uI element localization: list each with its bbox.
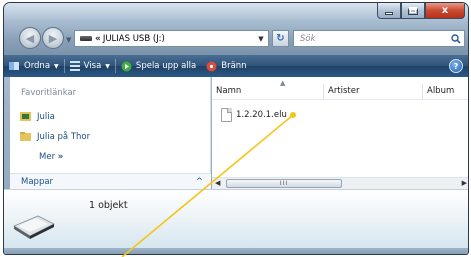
chevron-down-icon: ▼ — [105, 62, 110, 70]
back-button[interactable]: ◀ — [19, 27, 41, 49]
file-name: 1.2.20.1.elu — [236, 110, 287, 120]
search-icon[interactable] — [448, 31, 464, 46]
help-button[interactable]: ? — [449, 59, 463, 73]
burn-label: Bränn — [221, 61, 247, 71]
address-bar[interactable]: « JULIAS USB (J:) ▼ — [74, 30, 269, 47]
usb-drive-icon — [13, 215, 55, 239]
favorite-label: Julia på Thor — [37, 131, 91, 142]
file-list-pane: ▲ Namn Artister Album 1.2.20.1.elu ◀ III… — [212, 77, 468, 189]
command-bar: Ordna ▼ Visa ▼ Spela upp alla Bränn ? — [4, 55, 468, 77]
play-all-label: Spela upp alla — [135, 61, 197, 71]
forward-arrow-icon: ▶ — [48, 31, 58, 45]
recent-pages-dropdown-icon[interactable]: ▼ — [66, 36, 71, 44]
address-prefix: « — [95, 33, 101, 44]
play-all-button[interactable]: Spela upp alla — [116, 55, 201, 77]
search-input[interactable]: Sök — [294, 34, 448, 44]
sort-ascending-icon: ▲ — [280, 79, 286, 87]
details-pane: 1 objekt — [4, 189, 468, 248]
caption-buttons: x — [377, 3, 465, 20]
organize-button[interactable]: Ordna ▼ — [4, 55, 64, 77]
refresh-icon: ↻ — [276, 33, 285, 44]
favorite-link-julia-pa-thor[interactable]: Julia på Thor — [20, 131, 90, 142]
horizontal-scrollbar[interactable]: ◀ III ▶ — [212, 177, 468, 189]
minimize-icon — [385, 12, 393, 15]
play-icon — [121, 61, 132, 71]
close-button[interactable]: x — [425, 3, 465, 19]
organize-label: Ordna — [24, 61, 51, 71]
column-header-name[interactable]: Namn — [212, 86, 241, 96]
burn-button[interactable]: Bränn — [201, 55, 251, 77]
folder-icon — [20, 132, 31, 141]
usb-drive-icon — [80, 36, 92, 41]
double-chevron-icon: » — [57, 152, 64, 162]
user-folder-icon — [20, 112, 31, 121]
views-button[interactable]: Visa ▼ — [65, 55, 115, 77]
address-path[interactable]: JULIAS USB (J:) — [103, 34, 254, 44]
minimize-button[interactable] — [377, 3, 401, 19]
column-header-artists[interactable]: Artister — [324, 86, 360, 96]
folders-bar[interactable]: Mappar ^ — [10, 173, 211, 189]
favorite-link-julia[interactable]: Julia — [20, 111, 55, 122]
scroll-right-icon[interactable]: ▶ — [462, 179, 467, 187]
chevron-up-icon: ^ — [195, 176, 203, 187]
views-label: Visa — [83, 61, 102, 71]
document-icon — [221, 108, 232, 122]
burn-disc-icon — [206, 61, 217, 71]
explorer-window: x ◀ ▶ ▼ « JULIAS USB (J:) ▼ ↻ Sök Ordna … — [3, 2, 469, 255]
window-bottom-edge — [4, 248, 468, 254]
favorite-label: Julia — [37, 111, 55, 122]
item-count: 1 objekt — [89, 200, 128, 211]
scrollbar-thumb[interactable]: III — [226, 179, 342, 188]
address-dropdown-icon[interactable]: ▼ — [254, 35, 268, 43]
scroll-grip: III — [279, 180, 289, 187]
more-label: Mer — [39, 152, 56, 162]
column-headers: ▲ Namn Artister Album — [212, 79, 468, 100]
maximize-icon — [408, 6, 418, 15]
forward-button[interactable]: ▶ — [42, 27, 64, 49]
maximize-button[interactable] — [401, 3, 425, 19]
scroll-left-icon[interactable]: ◀ — [215, 179, 220, 187]
close-icon: x — [441, 5, 449, 16]
refresh-button[interactable]: ↻ — [272, 30, 289, 47]
folders-label: Mappar — [21, 176, 54, 187]
more-links-button[interactable]: Mer » — [39, 152, 63, 162]
views-icon — [69, 61, 80, 71]
help-icon: ? — [453, 61, 459, 71]
navigation-pane: Favoritlänkar Julia Julia på Thor Mer » … — [10, 77, 211, 189]
search-box[interactable]: Sök — [293, 30, 465, 47]
column-header-album[interactable]: Album — [423, 86, 454, 96]
back-arrow-icon: ◀ — [25, 31, 35, 45]
file-item[interactable]: 1.2.20.1.elu — [221, 108, 287, 122]
favorites-header: Favoritlänkar — [21, 88, 77, 98]
chevron-down-icon: ▼ — [54, 62, 59, 70]
organize-icon — [9, 62, 19, 70]
